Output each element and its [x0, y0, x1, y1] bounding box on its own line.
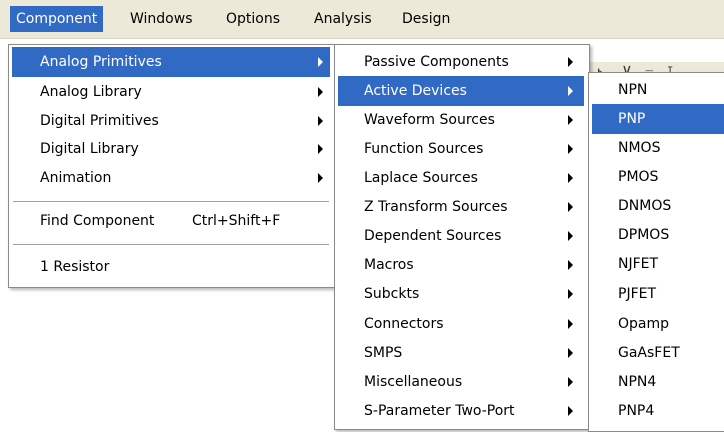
menu-item-recent-resistor[interactable]: 1 Resistor [12, 252, 330, 282]
menu-item-digital-library[interactable]: Digital Library [12, 134, 330, 164]
menu-item-label: NPN [618, 82, 648, 98]
menu-item-label: DNMOS [618, 198, 672, 214]
menu-item-label: Analog Library [40, 84, 142, 100]
menu-design[interactable]: Design [396, 6, 456, 32]
menu-item-opamp[interactable]: Opamp [592, 309, 724, 339]
menu-item-label: Dependent Sources [364, 228, 502, 244]
chevron-right-icon [568, 348, 573, 358]
chevron-right-icon [568, 406, 573, 416]
menu-item-nmos[interactable]: NMOS [592, 133, 724, 163]
menu-item-dpmos[interactable]: DPMOS [592, 220, 724, 250]
menu-item-label: 1 Resistor [40, 259, 110, 275]
menu-item-label: PNP4 [618, 403, 655, 419]
chevron-right-icon [568, 57, 573, 67]
menu-item-label: Function Sources [364, 141, 484, 157]
menu-item-label: PMOS [618, 169, 659, 185]
chevron-right-icon [568, 377, 573, 387]
chevron-right-icon [568, 86, 573, 96]
menu-item-laplace-sources[interactable]: Laplace Sources [338, 163, 584, 193]
menu-item-smps[interactable]: SMPS [338, 338, 584, 368]
menu-item-dnmos[interactable]: DNMOS [592, 191, 724, 221]
menu-item-label: Subckts [364, 286, 420, 302]
menu-item-z-transform-sources[interactable]: Z Transform Sources [338, 192, 584, 222]
active-devices-menu: NPN PNP NMOS PMOS DNMOS DPMOS NJFET PJFE… [588, 72, 724, 432]
menu-item-label: PJFET [618, 286, 657, 302]
menu-item-label: Laplace Sources [364, 170, 478, 186]
menu-item-shortcut: Ctrl+Shift+F [192, 213, 281, 229]
menu-item-find-component[interactable]: Find Component Ctrl+Shift+F [12, 206, 330, 236]
menu-item-waveform-sources[interactable]: Waveform Sources [338, 105, 584, 135]
chevron-right-icon [568, 173, 573, 183]
chevron-right-icon [318, 57, 323, 67]
menu-item-pjfet[interactable]: PJFET [592, 279, 724, 309]
menu-item-label: Miscellaneous [364, 374, 463, 390]
menu-item-label: NMOS [618, 140, 661, 156]
menu-item-label: Find Component [40, 213, 155, 229]
menu-item-label: DPMOS [618, 227, 670, 243]
menu-item-connectors[interactable]: Connectors [338, 309, 584, 339]
menu-item-active-devices[interactable]: Active Devices [338, 76, 584, 106]
menu-item-gaasfet[interactable]: GaAsFET [592, 338, 724, 368]
menu-item-animation[interactable]: Animation [12, 163, 330, 193]
component-menu: Analog Primitives Analog Library Digital… [8, 44, 336, 288]
menu-item-label: Digital Primitives [40, 113, 159, 129]
menu-item-digital-primitives[interactable]: Digital Primitives [12, 106, 330, 136]
menu-item-label: GaAsFET [618, 345, 680, 361]
menu-item-label: SMPS [364, 345, 403, 361]
chevron-right-icon [318, 144, 323, 154]
menu-item-s-parameter-two-port[interactable]: S-Parameter Two-Port [338, 396, 584, 426]
chevron-right-icon [568, 260, 573, 270]
menu-separator [13, 201, 329, 203]
chevron-right-icon [568, 289, 573, 299]
chevron-right-icon [568, 115, 573, 125]
menu-component[interactable]: Component [10, 6, 104, 32]
menu-item-label: Opamp [618, 316, 670, 332]
menu-item-label: Macros [364, 257, 414, 273]
menu-windows[interactable]: Windows [124, 6, 199, 32]
menu-item-label: PNP [618, 111, 646, 127]
chevron-right-icon [318, 87, 323, 97]
analog-primitives-menu: Passive Components Active Devices Wavefo… [334, 44, 590, 430]
menu-analysis[interactable]: Analysis [308, 6, 378, 32]
menu-item-label: Analog Primitives [40, 54, 162, 70]
chevron-right-icon [568, 231, 573, 241]
menu-item-label: Digital Library [40, 141, 139, 157]
chevron-right-icon [568, 202, 573, 212]
menu-item-npn4[interactable]: NPN4 [592, 367, 724, 397]
menu-item-label: Passive Components [364, 54, 509, 70]
chevron-right-icon [568, 319, 573, 329]
menu-item-pnp[interactable]: PNP [592, 104, 724, 134]
menu-item-label: Animation [40, 170, 112, 186]
menu-item-label: S-Parameter Two-Port [364, 403, 515, 419]
menu-bar: Component Windows Options Analysis Desig… [0, 0, 724, 39]
menu-item-miscellaneous[interactable]: Miscellaneous [338, 367, 584, 397]
menu-item-pmos[interactable]: PMOS [592, 162, 724, 192]
menu-item-subckts[interactable]: Subckts [338, 279, 584, 309]
menu-item-njfet[interactable]: NJFET [592, 249, 724, 279]
menu-item-label: NPN4 [618, 374, 657, 390]
chevron-right-icon [318, 116, 323, 126]
menu-item-label: NJFET [618, 256, 659, 272]
menu-options[interactable]: Options [220, 6, 286, 32]
menu-item-pnp4[interactable]: PNP4 [592, 396, 724, 426]
menu-item-label: Connectors [364, 316, 444, 332]
menu-item-label: Active Devices [364, 83, 467, 99]
menu-item-passive-components[interactable]: Passive Components [338, 47, 584, 77]
menu-item-macros[interactable]: Macros [338, 250, 584, 280]
menu-item-dependent-sources[interactable]: Dependent Sources [338, 221, 584, 251]
menu-item-label: Waveform Sources [364, 112, 495, 128]
menu-item-label: Z Transform Sources [364, 199, 508, 215]
menu-separator [13, 244, 329, 246]
menu-item-npn[interactable]: NPN [592, 75, 724, 105]
chevron-right-icon [568, 144, 573, 154]
menu-item-analog-library[interactable]: Analog Library [12, 77, 330, 107]
menu-item-analog-primitives[interactable]: Analog Primitives [12, 47, 330, 77]
chevron-right-icon [318, 173, 323, 183]
menu-item-function-sources[interactable]: Function Sources [338, 134, 584, 164]
